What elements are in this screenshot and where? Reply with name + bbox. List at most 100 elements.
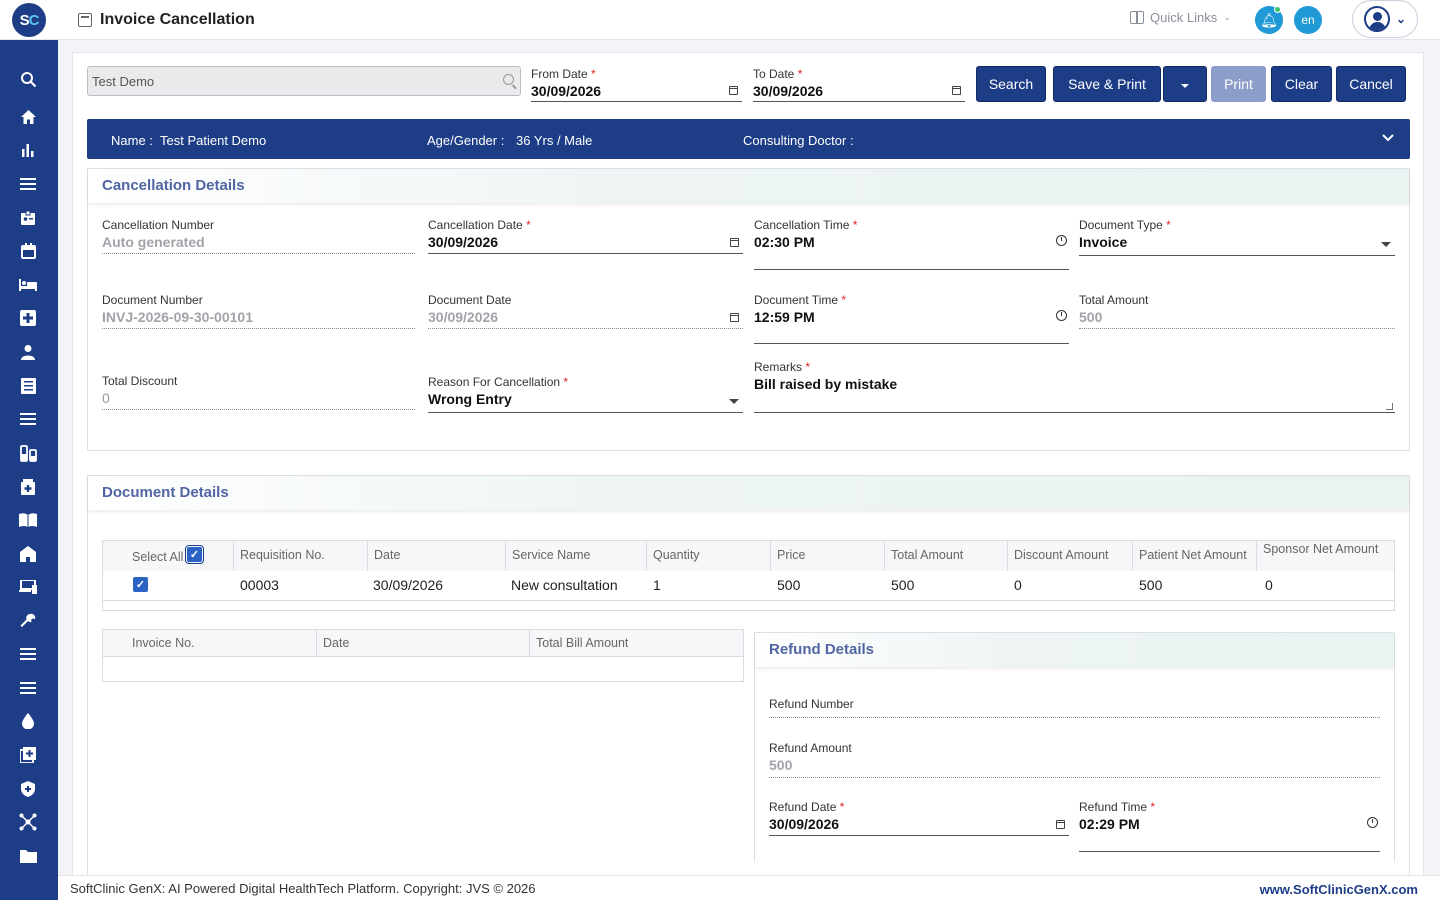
total-amount-value: 500 bbox=[1079, 309, 1103, 325]
top-bar: SC Invoice Cancellation Quick Links ⌄ 🔔︎… bbox=[0, 0, 1440, 40]
quick-links-label: Quick Links bbox=[1150, 10, 1218, 25]
patient-search-input[interactable]: Test Demo bbox=[87, 66, 521, 96]
document-number-label: Document Number bbox=[102, 293, 203, 307]
table-row[interactable]: ✓ 00003 30/09/2026 New consultation 1 50… bbox=[103, 571, 1394, 601]
row-requisition-no: 00003 bbox=[240, 577, 279, 593]
quick-links-menu[interactable]: Quick Links ⌄ bbox=[1130, 10, 1231, 25]
medicine-box-icon[interactable] bbox=[14, 476, 42, 498]
row-patient-net-amount: 500 bbox=[1139, 577, 1163, 593]
footer-website-link[interactable]: www.SoftClinicGenX.com bbox=[1260, 882, 1418, 897]
header-discount-amount: Discount Amount bbox=[1008, 541, 1133, 571]
from-date-label: From Date bbox=[531, 67, 588, 81]
header-total-bill-amount: Total Bill Amount bbox=[530, 630, 743, 656]
notifications-button[interactable]: 🔔︎ bbox=[1255, 6, 1283, 34]
refund-number-label: Refund Number bbox=[769, 697, 854, 711]
print-button[interactable]: Print bbox=[1211, 66, 1266, 102]
header-total-amount: Total Amount bbox=[885, 541, 1008, 571]
calendar-icon bbox=[730, 313, 739, 322]
calendar-icon[interactable] bbox=[730, 238, 739, 247]
app-logo[interactable]: SC bbox=[12, 3, 46, 37]
document-time-value: 12:59 PM bbox=[754, 309, 815, 325]
document-type-select[interactable]: Document Type * Invoice bbox=[1079, 218, 1395, 256]
bed-icon[interactable] bbox=[14, 274, 42, 296]
search-icon[interactable] bbox=[14, 68, 42, 90]
resize-handle[interactable] bbox=[1386, 403, 1393, 410]
to-date-field[interactable]: To Date * 30/09/2026 bbox=[753, 67, 965, 102]
book-icon[interactable] bbox=[14, 509, 42, 531]
shield-icon[interactable] bbox=[14, 778, 42, 800]
search-icon bbox=[503, 74, 514, 85]
menu-alt-icon[interactable] bbox=[14, 677, 42, 699]
header-invoice-no: Invoice No. bbox=[103, 630, 317, 656]
cancellation-date-field[interactable]: Cancellation Date * 30/09/2026 bbox=[428, 218, 743, 254]
cancellation-time-label: Cancellation Time bbox=[754, 218, 850, 232]
patient-name: Test Patient Demo bbox=[160, 133, 267, 148]
clock-icon[interactable] bbox=[1056, 235, 1067, 246]
wrench-icon[interactable] bbox=[14, 610, 42, 632]
clock-icon[interactable] bbox=[1367, 817, 1378, 828]
page-title: Invoice Cancellation bbox=[100, 11, 255, 28]
lab-icon[interactable] bbox=[14, 442, 42, 464]
home-icon[interactable] bbox=[14, 106, 42, 128]
header-requisition-no: Requisition No. bbox=[234, 541, 368, 571]
user-menu[interactable]: ⌄ bbox=[1352, 0, 1418, 38]
select-all-label: Select All bbox=[132, 550, 184, 564]
folder-icon[interactable] bbox=[14, 845, 42, 867]
building-icon[interactable] bbox=[14, 543, 42, 565]
refund-date-field[interactable]: Refund Date * 30/09/2026 bbox=[769, 800, 1069, 836]
person-icon[interactable] bbox=[14, 341, 42, 363]
calendar-icon[interactable] bbox=[729, 86, 738, 95]
refund-time-field[interactable]: Refund Time * 02:29 PM bbox=[1079, 800, 1380, 852]
required-mark: * bbox=[852, 218, 858, 232]
remarks-value: Bill raised by mistake bbox=[754, 376, 898, 392]
chevron-down-icon[interactable] bbox=[1381, 130, 1395, 147]
bar-chart-icon[interactable] bbox=[14, 139, 42, 161]
calendar-icon[interactable] bbox=[952, 86, 961, 95]
reason-select[interactable]: Reason For Cancellation * Wrong Entry bbox=[428, 375, 743, 413]
row-sponsor-net-amount: 0 bbox=[1265, 577, 1273, 593]
document-date-value: 30/09/2026 bbox=[428, 309, 499, 325]
sidebar bbox=[0, 40, 58, 900]
refund-details-title: Refund Details bbox=[755, 633, 1394, 667]
save-print-button[interactable]: Save & Print bbox=[1053, 66, 1161, 102]
medical-plus-icon[interactable] bbox=[14, 307, 42, 329]
header-sponsor-net-amount: Sponsor Net Amount bbox=[1257, 541, 1394, 571]
add-box-icon[interactable] bbox=[14, 744, 42, 766]
select-all-checkbox[interactable]: ✓ bbox=[185, 545, 204, 564]
receipt-icon[interactable] bbox=[14, 375, 42, 397]
clock-icon[interactable] bbox=[1056, 310, 1067, 321]
id-card-icon[interactable] bbox=[14, 207, 42, 229]
cancellation-details-title: Cancellation Details bbox=[88, 169, 1409, 203]
document-time-field[interactable]: Document Time * 12:59 PM bbox=[754, 293, 1069, 344]
document-table: Select All ✓ Requisition No. Date Servic… bbox=[102, 540, 1395, 611]
menu-icon[interactable] bbox=[14, 173, 42, 195]
calendar-icon[interactable] bbox=[1056, 820, 1065, 829]
save-print-dropdown-button[interactable] bbox=[1163, 66, 1207, 102]
document-time-label: Document Time bbox=[754, 293, 839, 307]
notification-dot bbox=[1274, 6, 1281, 13]
remarks-label: Remarks bbox=[754, 360, 803, 374]
network-icon[interactable] bbox=[14, 811, 42, 833]
search-button[interactable]: Search bbox=[976, 66, 1046, 102]
bell-icon: 🔔︎ bbox=[1260, 11, 1278, 28]
age-gender: 36 Yrs / Male bbox=[516, 133, 593, 148]
refund-amount-label: Refund Amount bbox=[769, 741, 852, 755]
document-date-label: Document Date bbox=[428, 293, 512, 307]
clear-button[interactable]: Clear bbox=[1271, 66, 1332, 102]
refund-amount-field: Refund Amount 500 bbox=[769, 741, 1380, 778]
drop-icon[interactable] bbox=[14, 710, 42, 732]
devices-icon[interactable] bbox=[14, 576, 42, 598]
list-icon[interactable] bbox=[14, 408, 42, 430]
row-checkbox[interactable]: ✓ bbox=[133, 577, 148, 592]
refund-number-field: Refund Number bbox=[769, 697, 1380, 718]
language-button[interactable]: en bbox=[1294, 6, 1322, 34]
calendar-icon[interactable] bbox=[14, 240, 42, 262]
header-service-name: Service Name bbox=[506, 541, 647, 571]
list-alt-icon[interactable] bbox=[14, 643, 42, 665]
remarks-textarea[interactable]: Remarks * Bill raised by mistake bbox=[754, 360, 1395, 413]
from-date-field[interactable]: From Date * 30/09/2026 bbox=[531, 67, 742, 102]
required-mark: * bbox=[563, 375, 569, 389]
cancellation-time-field[interactable]: Cancellation Time * 02:30 PM bbox=[754, 218, 1069, 270]
cancellation-date-label: Cancellation Date bbox=[428, 218, 523, 232]
cancel-button[interactable]: Cancel bbox=[1336, 66, 1406, 102]
